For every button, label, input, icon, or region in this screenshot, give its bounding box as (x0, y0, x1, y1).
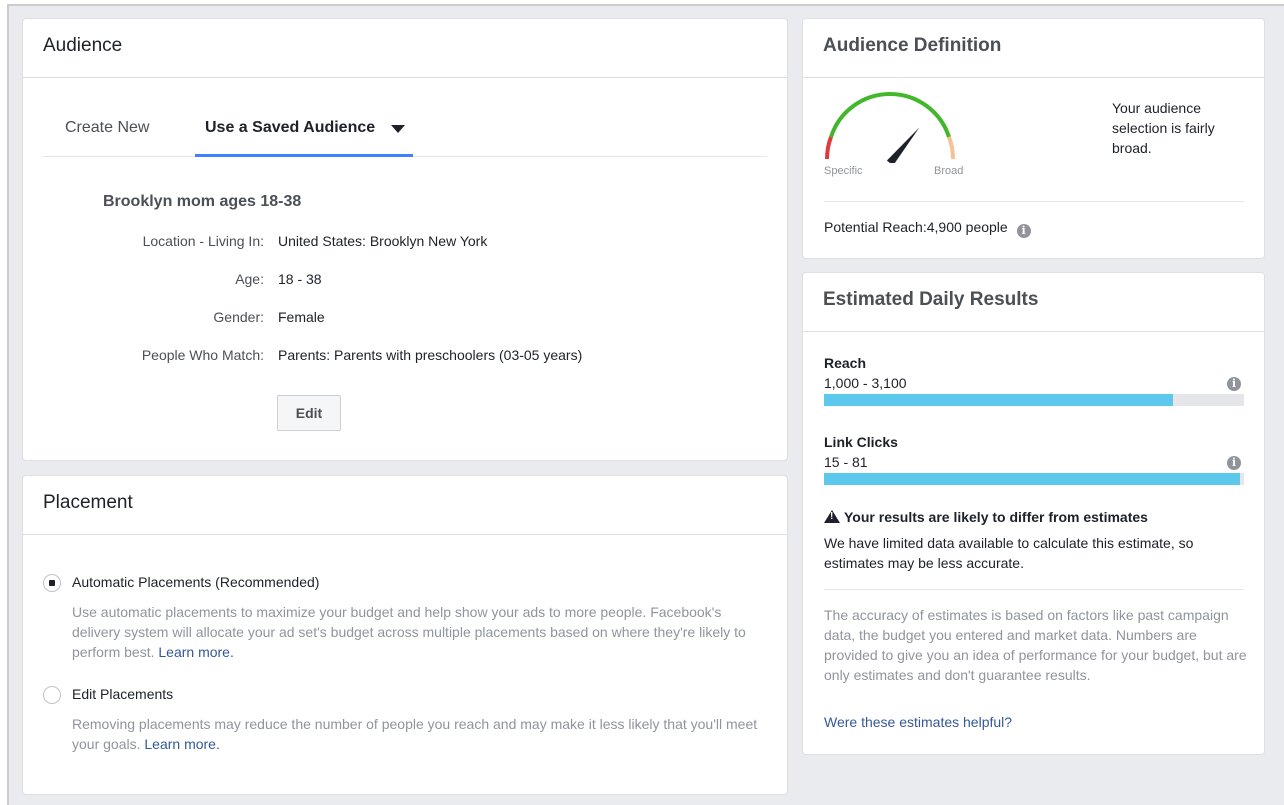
potential-reach: Potential Reach:4,900 people i (824, 219, 1031, 238)
info-icon[interactable]: i (1227, 456, 1241, 470)
potential-reach-value: 4,900 people (926, 219, 1008, 235)
tab-use-saved-audience[interactable]: Use a Saved Audience (194, 119, 414, 157)
estimated-daily-results-title: Estimated Daily Results (803, 273, 1264, 332)
potential-reach-label: Potential Reach: (824, 219, 927, 235)
edit-placements-label[interactable]: Edit Placements (72, 686, 173, 702)
edit-button[interactable]: Edit (277, 395, 341, 431)
placement-title: Placement (23, 476, 787, 535)
accuracy-text: The accuracy of estimates is based on fa… (824, 607, 1247, 683)
field-label: Location - Living In: (142, 233, 264, 249)
gauge-label-broad: Broad (934, 165, 964, 177)
info-icon[interactable]: i (1016, 224, 1031, 238)
audience-definition-title: Audience Definition (803, 19, 1264, 78)
placement-card: Placement Automatic Placements (Recommen… (22, 475, 788, 795)
gauge-arc-broad (947, 136, 956, 160)
reach-value: 1,000 - 3,100 (824, 375, 907, 391)
gauge-label-specific: Specific (824, 165, 863, 177)
warning-description: We have limited data available to calcul… (824, 535, 1194, 571)
tab-saved-label: Use a Saved Audience (205, 119, 376, 136)
field-label: Gender: (213, 309, 264, 325)
field-value: United States: Brooklyn New York (278, 233, 488, 249)
field-value: Parents: Parents with preschoolers (03-0… (278, 347, 583, 363)
audience-card: Audience Create New Use a Saved Audience… (22, 18, 788, 461)
warning-icon (824, 510, 840, 523)
reach-bar (824, 394, 1244, 406)
link-clicks-bar (824, 473, 1244, 485)
gauge-needle (886, 127, 920, 163)
warning-title-text: Your results are likely to differ from e… (844, 509, 1148, 525)
warning-title: Your results are likely to differ from e… (824, 509, 1148, 525)
edit-placements-radio[interactable] (43, 686, 61, 704)
reach-title: Reach (824, 355, 867, 371)
link-clicks-title: Link Clicks (824, 434, 898, 450)
automatic-placements-radio[interactable] (43, 574, 61, 592)
edit-placements-description: Removing placements may reduce the numbe… (72, 714, 772, 754)
info-icon[interactable]: i (1227, 377, 1241, 391)
audience-definition-card: Audience Definition Specific Broad Your … (802, 18, 1265, 259)
field-value: 18 - 38 (278, 271, 322, 287)
field-label: Age: (235, 271, 264, 287)
audience-tabs: Create New Use a Saved Audience (43, 117, 767, 157)
learn-more-link[interactable]: Learn more. (144, 736, 219, 752)
divider (824, 201, 1244, 202)
field-value: Female (278, 309, 325, 325)
field-label: People Who Match: (141, 347, 264, 363)
reach-bar-fill (824, 394, 1173, 406)
estimates-helpful-link[interactable]: Were these estimates helpful? (824, 714, 1012, 730)
audience-definition-text: Your audience selection is fairly broad. (1112, 100, 1215, 156)
gauge-arc-middle (829, 92, 951, 138)
divider (824, 589, 1244, 590)
saved-audience-name: Brooklyn mom ages 18-38 (103, 193, 302, 210)
automatic-placements-label[interactable]: Automatic Placements (Recommended) (72, 574, 319, 590)
automatic-placements-description: Use automatic placements to maximize you… (72, 602, 772, 662)
audience-gauge (824, 92, 956, 163)
link-clicks-value: 15 - 81 (824, 454, 868, 470)
estimated-daily-results-card: Estimated Daily Results Reach 1,000 - 3,… (802, 272, 1265, 755)
gauge-arc-specific (824, 136, 833, 160)
audience-title: Audience (23, 19, 787, 78)
learn-more-link[interactable]: Learn more. (158, 644, 233, 660)
link-clicks-bar-fill (824, 473, 1240, 485)
caret-down-icon[interactable] (391, 125, 406, 133)
tab-create-new[interactable]: Create New (65, 119, 149, 157)
